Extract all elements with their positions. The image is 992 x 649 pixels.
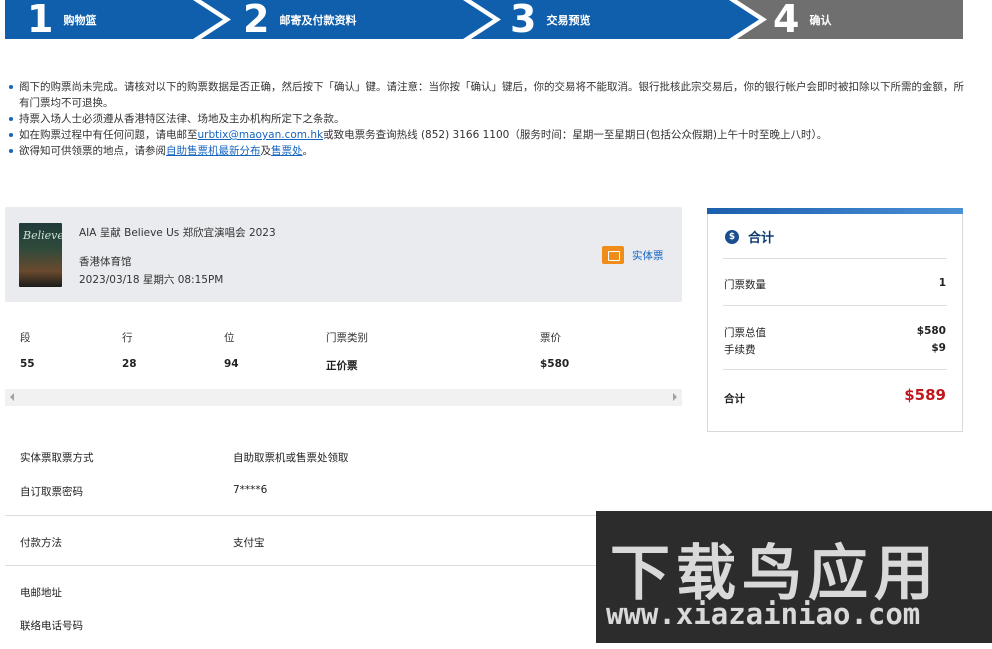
step-4-number: 4 [773,0,800,41]
event-name: AIA 呈献 Believe Us 郑欣宜演唱会 2023 [79,227,276,239]
notice-text: 欲得知可供领票的地点，请参阅 [19,145,166,157]
notice-text: 如在购票过程中有任何问题，请电邮至 [19,129,198,141]
step-3: 3 交易预览 [510,0,590,39]
notice-item: 如在购票过程中有任何问题，请电邮至urbtix@maoyan.com.hk或致电… [8,127,968,143]
summary-accent-bar [707,208,963,214]
service-fee-label: 手续费 [724,344,756,356]
divider [723,305,947,306]
event-datetime: 2023/03/18 星期六 08:15PM [79,274,224,286]
step-3-label: 交易预览 [546,13,591,27]
event-poster: Believe [19,223,62,287]
header-ticket-category: 门票类别 [326,332,368,344]
ticket-total-value: $580 [916,325,946,337]
scroll-right-icon[interactable] [673,393,677,401]
order-summary: $ 合计 门票数量 1 门票总值 $580 手续费 $9 合计 $589 [707,208,963,432]
header-price: 票价 [540,332,561,344]
ticket-total-label: 门票总值 [724,327,766,339]
notice-item: 欲得知可供领票的地点，请参阅自助售票机最新分布及售票处。 [8,143,968,159]
notice-text: 及 [260,145,272,157]
divider [5,515,682,516]
divider [5,565,682,566]
grand-total-label: 合计 [724,393,745,405]
ticket-icon [602,246,624,264]
checkout-steps: 1 购物篮 2 邮寄及付款资料 3 交易预览 4 确认 [5,0,963,39]
horizontal-scrollbar[interactable] [5,389,682,406]
step-4: 4 确认 [773,0,831,39]
header-section: 段 [20,332,31,344]
payment-method-label: 付款方法 [20,537,62,549]
poster-title: Believe [23,229,62,242]
cell-price: $580 [540,358,570,370]
notice-text: 。 [302,145,314,157]
cell-ticket-category: 正价票 [326,360,358,372]
cell-seat: 94 [224,358,239,370]
ticket-type: 实体票 [602,246,664,264]
step-2: 2 邮寄及付款资料 [243,0,356,39]
notice-text: 或致电票务查询热线 (852) 3166 1100（服务时间：星期一至星期日(包… [323,129,828,141]
phone-number-label: 联络电话号码 [20,620,83,632]
ticket-type-label: 实体票 [632,249,664,262]
notice-item: 持票入场人士必须遵从香港特区法律、场地及主办机构所定下之条款。 [8,111,968,127]
pickup-pin-label: 自订取票密码 [20,486,83,498]
notice-item: 阁下的购票尚未完成。请核对以下的购票数据是否正确，然后按下「确认」键。请注意：当… [8,79,968,111]
notice-text: 持票入场人士必须遵从香港特区法律、场地及主办机构所定下之条款。 [19,113,345,125]
pickup-method-value: 自助取票机或售票处领取 [233,452,349,464]
divider [723,369,947,370]
service-fee-value: $9 [931,342,946,354]
step-1-label: 购物篮 [63,13,97,27]
watermark-url: www.xiazainiao.com [606,597,921,631]
event-venue: 香港体育馆 [79,256,132,268]
pickup-method-label: 实体票取票方式 [20,452,94,464]
box-office-link[interactable]: 售票处 [271,145,303,157]
notice-list: 阁下的购票尚未完成。请核对以下的购票数据是否正确，然后按下「确认」键。请注意：当… [8,79,968,159]
step-2-label: 邮寄及付款资料 [279,13,357,27]
step-1-number: 1 [27,0,54,41]
summary-title: $ 合计 [725,227,774,246]
grand-total-value: $589 [904,386,946,404]
header-seat: 位 [224,332,235,344]
step-4-label: 确认 [809,13,832,27]
payment-method-value: 支付宝 [233,537,265,549]
summary-title-text: 合计 [748,231,775,246]
event-card: Believe AIA 呈献 Believe Us 郑欣宜演唱会 2023 香港… [5,207,682,302]
header-row: 行 [122,332,133,344]
cell-row: 28 [122,358,137,370]
step-1: 1 购物篮 [27,0,96,39]
step-3-number: 3 [510,0,537,41]
notice-text: 阁下的购票尚未完成。请核对以下的购票数据是否正确，然后按下「确认」键。请注意：当… [19,81,964,109]
ticket-quantity-label: 门票数量 [724,279,766,291]
watermark: 下载鸟应用 www.xiazainiao.com [596,511,992,643]
scroll-left-icon[interactable] [10,393,14,401]
dollar-icon: $ [725,229,739,244]
kiosk-locations-link[interactable]: 自助售票机最新分布 [166,145,261,157]
divider [723,258,947,259]
support-email-link[interactable]: urbtix@maoyan.com.hk [198,129,324,141]
ticket-quantity-value: 1 [938,277,946,289]
email-address-label: 电邮地址 [20,587,62,599]
pickup-pin-value: 7****6 [233,484,268,496]
step-2-number: 2 [243,0,270,41]
cell-section: 55 [20,358,35,370]
